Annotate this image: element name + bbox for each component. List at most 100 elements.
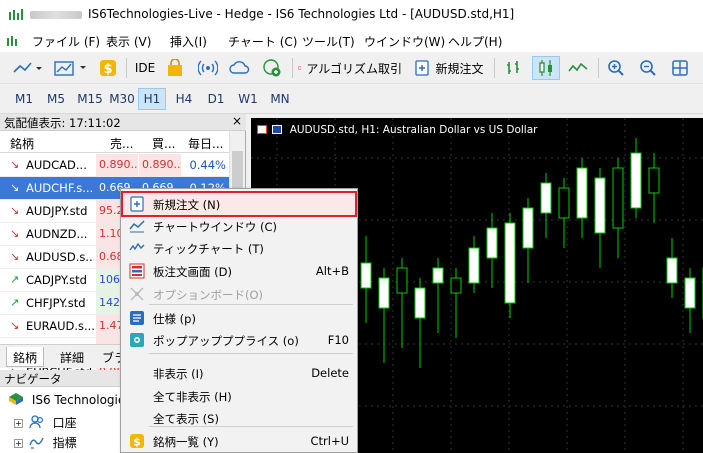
line-chart-button[interactable] <box>566 56 590 80</box>
candlestick-icon <box>539 60 552 76</box>
symbol-name: AUDNZD... <box>26 227 88 241</box>
timeframe-h4[interactable]: H4 <box>170 88 198 110</box>
symbol-name: AUDJPY.std <box>26 204 88 218</box>
bar-chart-button[interactable] <box>502 56 526 80</box>
context-menu-label: ポップアップププライス (o) <box>153 334 299 348</box>
zoom-in-button[interactable] <box>604 56 628 80</box>
shop-button[interactable] <box>164 56 186 80</box>
timeframe-mn[interactable]: MN <box>266 88 294 110</box>
context-menu-item: オプションボード(O) <box>123 283 355 305</box>
context-menu-shortcut: Delete <box>311 366 349 380</box>
candle-body <box>522 207 534 249</box>
market-watch-row[interactable]: ↘ AUDCAD... 0.890... 0.890... 0.44% <box>0 154 230 177</box>
plus-doc-icon <box>415 60 430 76</box>
context-menu-item[interactable]: ティックチャート (T) <box>123 237 355 259</box>
line-chart-mode-icon <box>568 62 588 72</box>
arrow-down-icon: ↘ <box>10 158 20 171</box>
column-daily-change[interactable]: 毎日... <box>188 135 223 152</box>
candle-body <box>396 267 408 294</box>
column-ask[interactable]: 買... <box>152 135 175 152</box>
cloud-icon <box>229 61 250 74</box>
algo-trading-label: アルゴリズム取引 <box>306 61 402 76</box>
candlestick-button[interactable] <box>532 56 560 80</box>
tab-symbols[interactable]: 銘柄 <box>6 347 45 367</box>
navigator-root[interactable]: IS6 Technologies <box>8 392 132 407</box>
menu-separator <box>149 304 353 305</box>
context-menu-item[interactable]: 板注文画面 (D) Alt+B <box>123 260 355 282</box>
menu-window[interactable]: ウインドウ(W) <box>364 33 445 50</box>
chart-type-dropdown[interactable] <box>10 56 44 80</box>
timeframe-m1[interactable]: M1 <box>10 88 38 110</box>
menu-help[interactable]: ヘルプ(H) <box>448 33 502 50</box>
arrow-down-icon: ↘ <box>10 250 20 263</box>
menu-charts[interactable]: チャート (C) <box>228 33 297 50</box>
broker-icon <box>9 393 23 405</box>
menu-view[interactable]: 表示 (V) <box>106 33 151 50</box>
arrow-down-icon: ↘ <box>10 319 20 332</box>
close-icon[interactable]: × <box>232 114 242 128</box>
zoom-out-button[interactable] <box>636 56 660 80</box>
menu-file[interactable]: ファイル (F) <box>32 33 100 50</box>
svg-text:$: $ <box>103 62 112 77</box>
symbols-icon: $ <box>130 434 144 449</box>
timeframe-dropdown[interactable] <box>52 56 90 80</box>
candle-body <box>378 277 390 309</box>
expand-icon[interactable]: + <box>14 419 23 428</box>
candle-body <box>360 262 372 289</box>
candle-body <box>540 182 552 214</box>
context-menu-item[interactable]: 全て非表示 (H) <box>123 385 355 407</box>
context-menu-item[interactable]: チャートウインドウ (C) <box>123 215 355 237</box>
candle-body <box>630 152 642 209</box>
daily-change: 0.44% <box>189 158 226 172</box>
context-menu-item[interactable]: ポップアップププライス (o) F10 <box>123 329 355 351</box>
chart-title: AUDUSD.std, H1: Australian Dollar vs US … <box>289 124 538 136</box>
signals-button[interactable] <box>196 56 220 80</box>
menu-insert[interactable]: 挿入(I) <box>170 33 207 50</box>
context-menu-item[interactable]: 非表示 (I) Delete <box>123 362 355 384</box>
market-watch-columns: 銘柄 売... 買... 毎日... <box>0 131 230 153</box>
context-menu-label: チャートウインドウ (C) <box>153 220 278 234</box>
arrow-up-icon: ↗ <box>10 273 20 286</box>
context-menu-item[interactable]: 新規注文 (N) <box>121 191 357 217</box>
expand-icon[interactable]: + <box>14 439 23 448</box>
tab-details[interactable]: 詳細 <box>54 347 90 367</box>
market-button[interactable]: $ <box>96 56 120 80</box>
context-menu-item[interactable]: $ 銘柄一覧 (Y) Ctrl+U <box>123 430 355 452</box>
timeframe-m5[interactable]: M5 <box>42 88 70 110</box>
accounts-icon <box>29 415 43 429</box>
context-menu-shortcut: Alt+B <box>315 264 349 278</box>
algo-trading-button[interactable]: アルゴリズム取引 <box>298 56 402 80</box>
ide-button[interactable]: IDE <box>132 56 158 80</box>
bar-chart-icon <box>507 61 519 74</box>
tile-windows-button[interactable] <box>668 56 692 80</box>
cloud-button[interactable] <box>228 56 252 80</box>
svg-text:$: $ <box>133 436 141 449</box>
arrow-down-icon: ↘ <box>10 227 20 240</box>
vps-icon <box>263 59 281 77</box>
menu-tools[interactable]: ツール(T) <box>302 33 355 50</box>
timeframe-d1[interactable]: D1 <box>202 88 230 110</box>
context-menu-label: 全て非表示 (H) <box>153 390 232 404</box>
dollar-icon: $ <box>100 60 116 77</box>
timeframe-h1[interactable]: H1 <box>138 88 166 110</box>
vps-button[interactable] <box>260 56 284 80</box>
context-menu-item[interactable]: 仕様 (p) <box>123 307 355 329</box>
column-bid[interactable]: 売... <box>110 135 133 152</box>
title-bar: IS6Technologies-Live - Hedge - IS6 Techn… <box>0 0 703 30</box>
column-symbol[interactable]: 銘柄 <box>10 135 34 152</box>
candle-body <box>450 277 462 294</box>
navigator-item-indicators[interactable]: + 指標 <box>14 434 77 451</box>
standard-toolbar: $ IDE アルゴリズム取引 新規注文 <box>0 52 703 84</box>
chart-bars-icon <box>54 61 86 76</box>
popup-prices-icon <box>130 333 144 347</box>
chart-menu-icon[interactable] <box>257 125 267 134</box>
timeframe-w1[interactable]: W1 <box>234 88 262 110</box>
menu-separator <box>149 426 353 427</box>
arrow-up-icon: ↗ <box>10 296 20 309</box>
symbol-name: AUDCHF.s... <box>26 181 94 195</box>
new-order-button[interactable]: 新規注文 <box>410 56 488 80</box>
indicators-icon <box>29 437 44 449</box>
navigator-item-accounts[interactable]: + 口座 <box>14 414 77 431</box>
timeframe-m15[interactable]: M15 <box>74 88 106 110</box>
timeframe-m30[interactable]: M30 <box>106 88 138 110</box>
